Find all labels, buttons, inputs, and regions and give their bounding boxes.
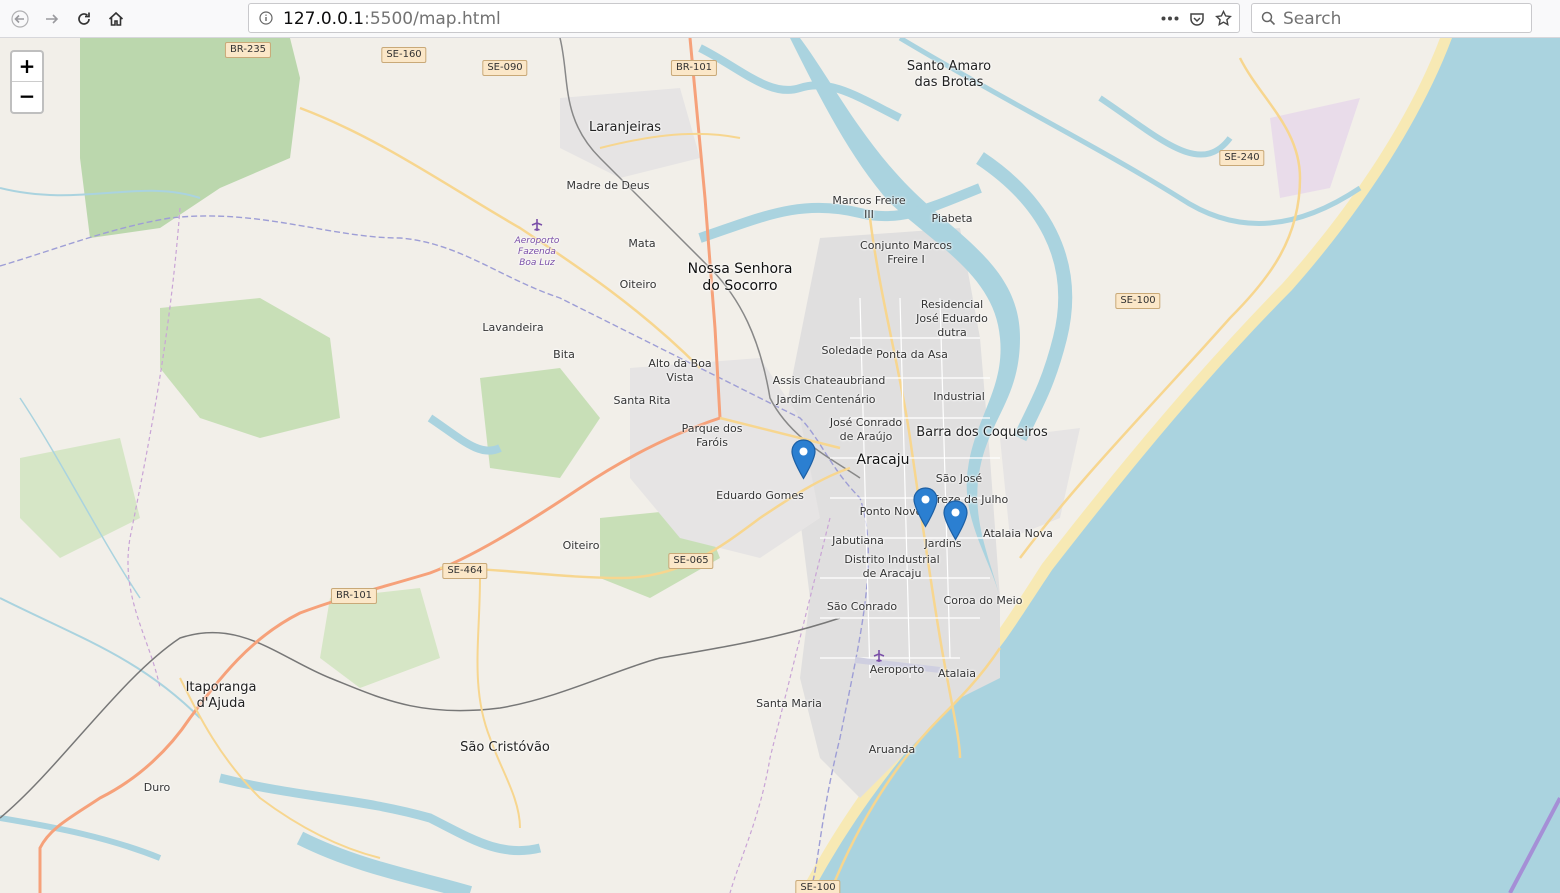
place-label: Oiteiro (562, 539, 600, 552)
reload-button[interactable] (70, 5, 98, 33)
forward-button[interactable] (38, 5, 66, 33)
url-text: 127.0.0.1:5500/map.html (283, 9, 501, 29)
place-label: Conjunto Marcos Freire I (860, 239, 952, 266)
map-canvas[interactable]: BR-235 SE-160 SE-090 BR-101 SE-240 SE-10… (0, 38, 1560, 893)
place-label: Santa Maria (756, 697, 822, 710)
arrow-left-icon (11, 10, 29, 28)
bookmark-star-icon[interactable] (1215, 10, 1232, 27)
place-label: Ponta da Asa (876, 348, 948, 361)
place-label: Madre de Deus (566, 179, 650, 192)
zoom-out-button[interactable]: − (12, 82, 42, 111)
page-actions-icon[interactable] (1161, 16, 1179, 21)
back-button[interactable] (6, 5, 34, 33)
reload-icon (78, 12, 90, 25)
place-label: Coroa do Meio (943, 594, 1023, 607)
place-label: Piabeta (931, 212, 973, 225)
place-label: Aeroporto (869, 663, 925, 676)
place-label: José Conrado de Araújo (829, 416, 903, 443)
place-label: Bita (553, 348, 575, 361)
place-label: São José (935, 472, 983, 485)
road-shield: SE-240 (1219, 150, 1265, 166)
road-shield: SE-100 (1115, 293, 1161, 309)
place-label: Laranjeiras (588, 120, 662, 135)
road-shield: SE-065 (668, 553, 714, 569)
place-label: Santo Amaro das Brotas (906, 59, 992, 90)
zoom-control: + − (10, 50, 44, 114)
place-label: Mata (628, 237, 656, 250)
place-label: Atalaia Nova (983, 527, 1053, 540)
url-host: 127.0.0.1 (283, 9, 365, 29)
place-label: Distrito Industrial de Aracaju (844, 553, 940, 580)
map-pin-icon[interactable] (791, 439, 816, 480)
place-label: Soledade (821, 344, 873, 357)
road-shield: SE-160 (381, 47, 427, 63)
place-label: Atalaia (938, 667, 976, 680)
airport-icon (531, 219, 543, 231)
road-shield: BR-235 (224, 42, 272, 58)
place-label: Lavandeira (482, 321, 544, 334)
place-label: Barra dos Coqueiros (916, 425, 1048, 440)
road-shield: SE-464 (442, 563, 488, 579)
home-icon (108, 11, 124, 26)
search-icon (1261, 11, 1276, 26)
place-label: Nossa Senhora do Socorro (687, 261, 793, 294)
place-label: Duro (143, 781, 171, 794)
road-shield: BR-101 (330, 588, 378, 604)
place-label: São Conrado (826, 600, 898, 613)
place-label: Residencial José Eduardo dutra (916, 298, 988, 339)
place-label: São Cristóvão (460, 740, 550, 755)
place-label: Itaporanga d'Ajuda (185, 680, 257, 711)
road-shield: SE-100 (795, 880, 841, 893)
place-label: Jabutiana (832, 534, 884, 547)
place-label: Santa Rita (613, 394, 671, 407)
place-label: Alto da Boa Vista (648, 357, 712, 384)
place-label: Aeroporto Fazenda Boa Luz (514, 236, 560, 268)
place-label: Industrial (933, 390, 985, 403)
search-bar[interactable]: Search (1251, 3, 1532, 33)
arrow-right-icon (46, 14, 59, 24)
place-label: Jardim Centenário (776, 393, 876, 406)
url-bar[interactable]: 127.0.0.1:5500/map.html (248, 3, 1240, 33)
place-label: Assis Chateaubriand (772, 374, 886, 387)
info-icon[interactable] (259, 11, 273, 25)
search-input[interactable]: Search (1283, 9, 1341, 29)
road-shield: BR-101 (670, 60, 718, 76)
place-label: Aracaju (856, 452, 910, 468)
place-label: Aruanda (868, 743, 916, 756)
place-label: Parque dos Faróis (681, 422, 743, 449)
road-shield: SE-090 (482, 60, 528, 76)
map-tiles (0, 38, 1560, 893)
url-path: :5500/map.html (364, 9, 501, 29)
home-button[interactable] (102, 5, 130, 33)
map-pin-icon[interactable] (943, 500, 968, 541)
browser-toolbar: 127.0.0.1:5500/map.html Search (0, 0, 1560, 38)
map-pin-icon[interactable] (913, 487, 938, 528)
pocket-icon[interactable] (1189, 11, 1205, 27)
place-label: Oiteiro (619, 278, 657, 291)
zoom-in-button[interactable]: + (12, 52, 42, 82)
place-label: Eduardo Gomes (716, 489, 804, 502)
place-label: Marcos Freire III (832, 194, 906, 221)
airport-icon (873, 650, 885, 662)
